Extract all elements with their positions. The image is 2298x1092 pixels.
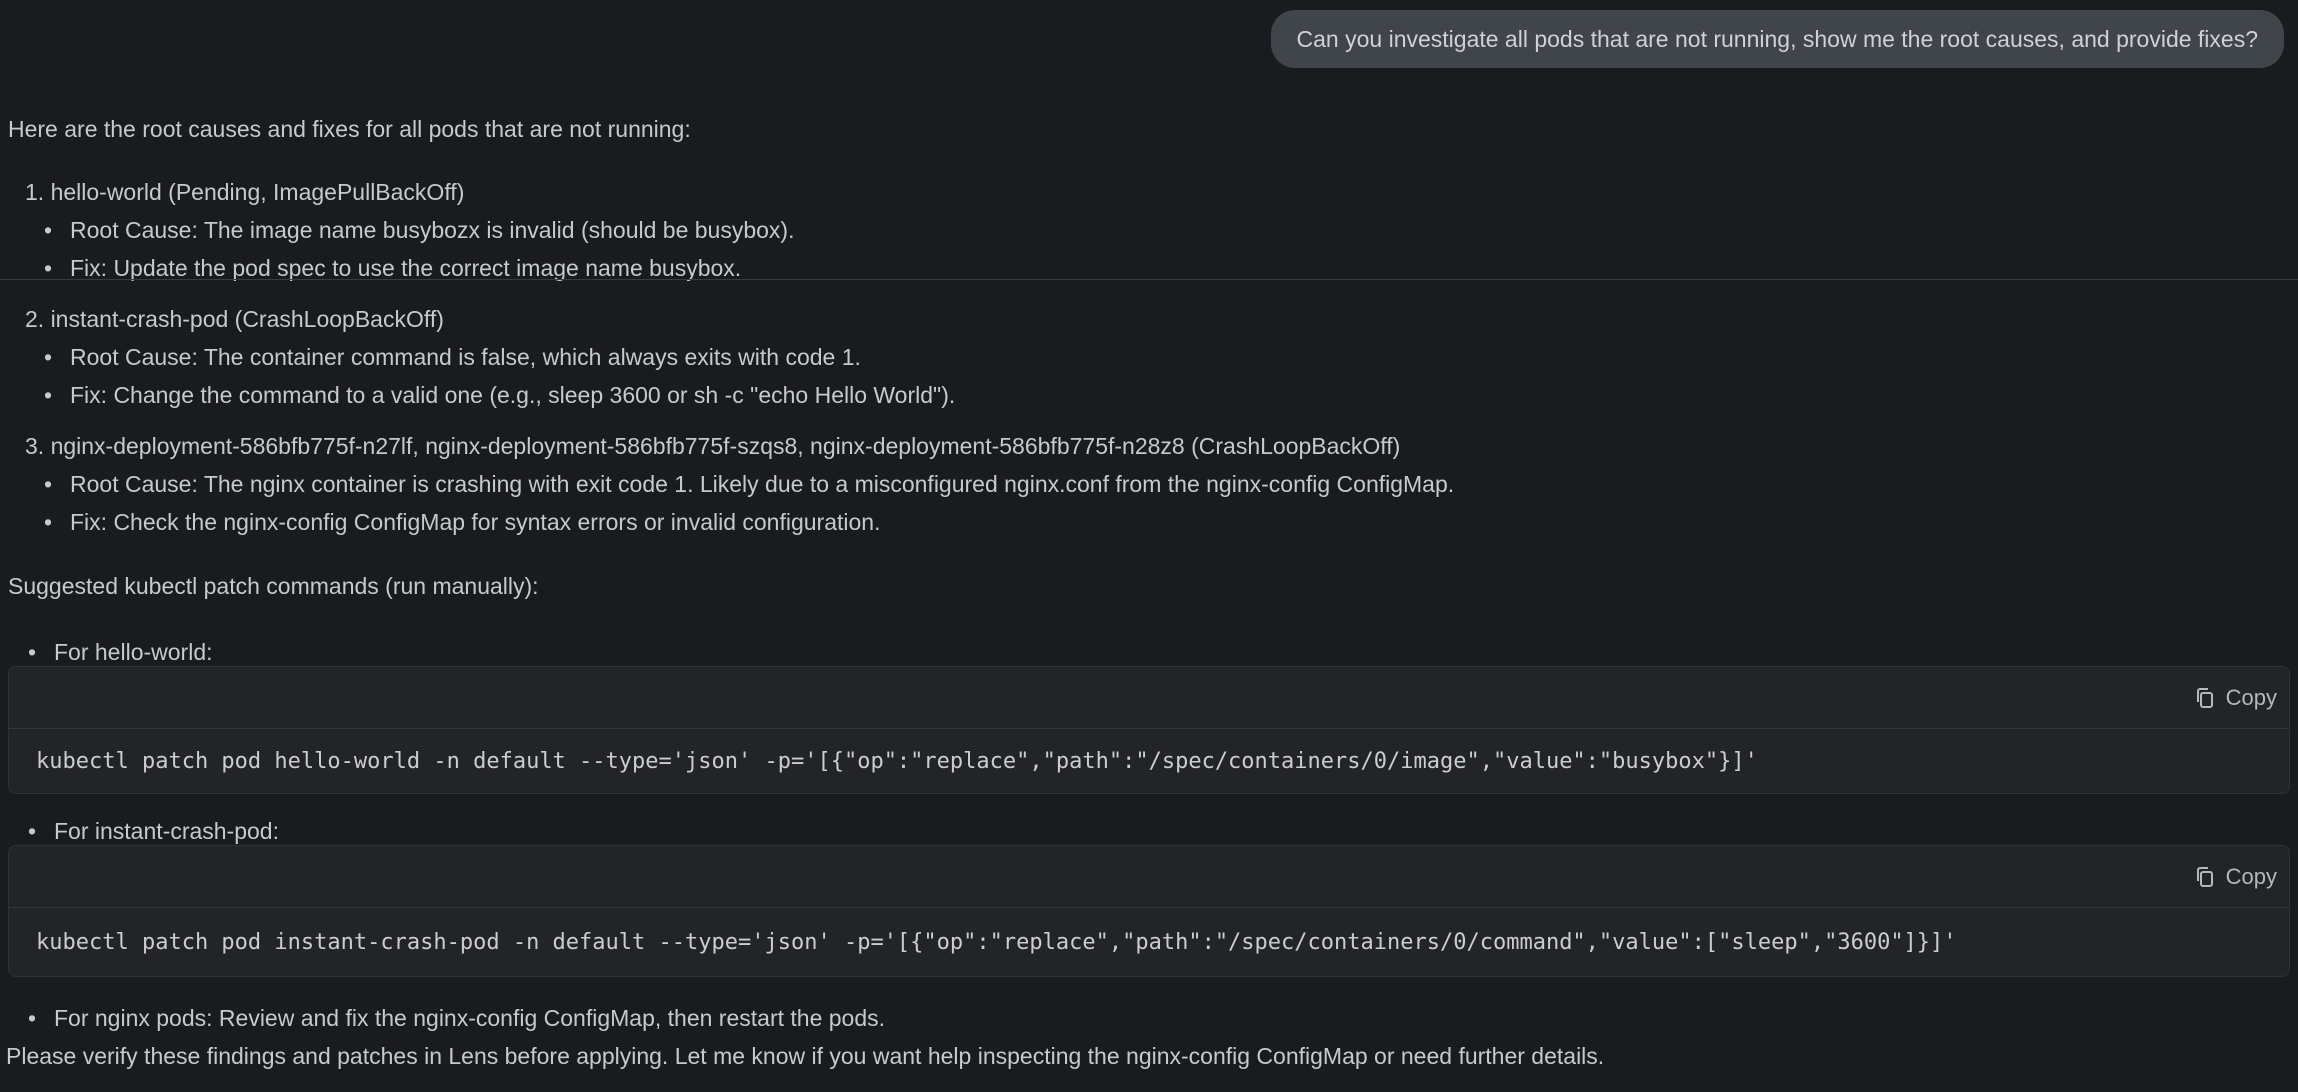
bullet-icon: • xyxy=(44,343,70,371)
bullet-icon: • xyxy=(28,638,54,666)
bullet-text: For nginx pods: Review and fix the nginx… xyxy=(54,1004,885,1032)
bullet-text: For instant-crash-pod: xyxy=(54,817,279,845)
bullet-text: Fix: Update the pod spec to use the corr… xyxy=(70,254,741,282)
copy-button[interactable]: Copy xyxy=(2193,685,2277,711)
section-divider xyxy=(0,279,2298,280)
bullet-text: Root Cause: The container command is fal… xyxy=(70,343,861,371)
user-message-row: Can you investigate all pods that are no… xyxy=(1271,10,2284,68)
list-item: • Fix: Change the command to a valid one… xyxy=(44,381,955,409)
code-block-header: Copy xyxy=(9,846,2289,908)
code-text: kubectl patch pod hello-world -n default… xyxy=(36,749,1758,774)
list-item: • Root Cause: The nginx container is cra… xyxy=(44,470,1454,498)
copy-button-label: Copy xyxy=(2226,685,2277,711)
code-block-instant-crash-pod: Copy kubectl patch pod instant-crash-pod… xyxy=(8,845,2290,977)
copy-icon xyxy=(2193,865,2217,889)
bullet-text: Fix: Change the command to a valid one (… xyxy=(70,381,955,409)
code-body: kubectl patch pod hello-world -n default… xyxy=(9,729,2289,793)
code-body: kubectl patch pod instant-crash-pod -n d… xyxy=(9,908,2289,976)
assistant-outro: Please verify these findings and patches… xyxy=(6,1042,1604,1070)
patch-item-label: • For hello-world: xyxy=(28,638,213,666)
list-item: • Root Cause: The image name busybozx is… xyxy=(44,216,794,244)
code-block-hello-world: Copy kubectl patch pod hello-world -n de… xyxy=(8,666,2290,794)
bullet-icon: • xyxy=(44,381,70,409)
list-item-title: 3. nginx-deployment-586bfb775f-n27lf, ng… xyxy=(25,432,1400,460)
bullet-icon: • xyxy=(28,817,54,845)
assistant-intro: Here are the root causes and fixes for a… xyxy=(8,115,691,143)
bullet-icon: • xyxy=(44,216,70,244)
bullet-icon: • xyxy=(44,254,70,282)
bullet-icon: • xyxy=(44,508,70,536)
list-item: • Fix: Check the nginx-config ConfigMap … xyxy=(44,508,880,536)
code-text: kubectl patch pod instant-crash-pod -n d… xyxy=(36,930,1957,955)
nginx-pods-note: • For nginx pods: Review and fix the ngi… xyxy=(28,1004,885,1032)
copy-button-label: Copy xyxy=(2226,864,2277,890)
list-item-title: 2. instant-crash-pod (CrashLoopBackOff) xyxy=(25,305,444,333)
copy-button[interactable]: Copy xyxy=(2193,864,2277,890)
bullet-text: Fix: Check the nginx-config ConfigMap fo… xyxy=(70,508,880,536)
user-message-bubble: Can you investigate all pods that are no… xyxy=(1271,10,2284,68)
bullet-text: For hello-world: xyxy=(54,638,213,666)
bullet-icon: • xyxy=(44,470,70,498)
list-item: • Root Cause: The container command is f… xyxy=(44,343,861,371)
bullet-icon: • xyxy=(28,1004,54,1032)
patch-intro: Suggested kubectl patch commands (run ma… xyxy=(8,572,539,600)
patch-item-label: • For instant-crash-pod: xyxy=(28,817,279,845)
list-item: • Fix: Update the pod spec to use the co… xyxy=(44,254,741,282)
bullet-text: Root Cause: The nginx container is crash… xyxy=(70,470,1454,498)
code-block-header: Copy xyxy=(9,667,2289,729)
bullet-text: Root Cause: The image name busybozx is i… xyxy=(70,216,794,244)
copy-icon xyxy=(2193,686,2217,710)
list-item-title: 1. hello-world (Pending, ImagePullBackOf… xyxy=(25,178,464,206)
